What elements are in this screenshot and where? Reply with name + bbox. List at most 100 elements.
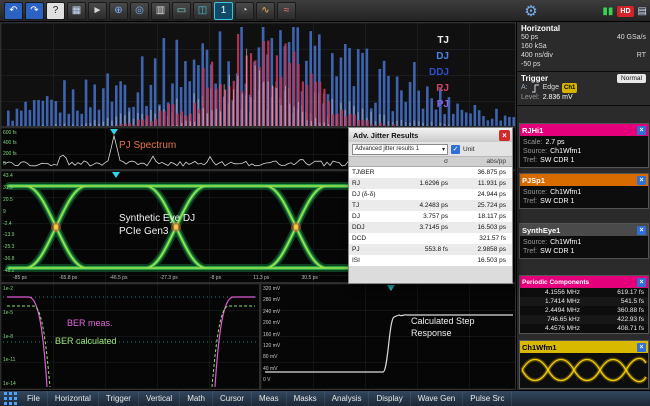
ber-bathtub-panel[interactable]: 1e-21e-51e-81e-111e-14 BER meas. BER cal… [0,283,260,390]
save-icon[interactable]: ▦ [67,2,86,20]
display-icon[interactable]: ▭ [172,2,191,20]
menu-masks[interactable]: Masks [287,391,325,406]
step-title-line2: Response [411,328,452,338]
jitter-row[interactable]: PJ553.8 fs2.9858 ps [349,244,512,255]
toolbar-icon-group: ↶ ↷?▦► ⊕ ◎ ▥ ▭◫1◔∿≈ [2,0,296,22]
close-icon[interactable]: × [637,126,646,135]
info-line: Tref:SW CDR 1 [523,197,645,206]
eye-y-tick: 31.9 [3,185,14,191]
close-icon[interactable]: × [637,278,646,287]
pj-spectrum-y-axis: 600 fs400 fs200 fs0 [3,130,17,167]
jitter-results-dialog[interactable]: Adv. Jitter Results × Advanced jitter re… [348,127,513,284]
apps-grid-icon[interactable] [0,391,20,406]
menu-math[interactable]: Math [180,391,213,406]
trigger-mode-badge[interactable]: Normal [617,74,646,83]
undo-icon-glyph: ↶ [9,6,17,16]
menu-horizontal[interactable]: Horizontal [48,391,99,406]
rjhi1-info: Scale:2.7 psSource:Ch1Wfm1Tref:SW CDR 1 [520,136,648,167]
jitter-histogram-panel[interactable]: TJDJDDJRJPJ [0,22,516,127]
eye-reference-marker[interactable] [112,172,120,178]
probe-icon[interactable]: ≈ [277,2,296,20]
close-icon[interactable]: × [637,226,646,235]
step-response-panel[interactable]: 320 mV280 mV240 mV200 mV160 mV120 mV80 m… [260,283,516,390]
cursor-icon[interactable]: ► [88,2,107,20]
settings-gear-icon[interactable]: ⚙ [521,1,541,21]
horizontal-value: 50 ps [521,33,538,42]
jitter-cell: RJ [349,178,397,189]
pj-y-tick: 200 fs [3,151,17,157]
jitter-row[interactable]: TJ4.2483 ps25.724 ps [349,200,512,211]
menu-meas[interactable]: Meas [252,391,287,406]
eye-y-tick: -13.9 [3,232,14,238]
horizontal-settings[interactable]: Horizontal 50 ps40 GSa/s160 kSa400 ns/di… [517,22,650,72]
jitter-row[interactable]: TJ\BER36.875 ps [349,167,512,178]
close-icon[interactable]: × [637,176,646,185]
jitter-row[interactable]: DJ (δ-δ)24.944 ps [349,189,512,200]
hd-badge[interactable]: HD [617,6,633,17]
pjsp1-signal-box[interactable]: PJSp1 × Source:Ch1Wfm1Tref:SW CDR 1 [519,173,649,209]
step-y-tick: 0 V [263,377,280,383]
menu-wave-gen[interactable]: Wave Gen [411,391,464,406]
zoom-area-icon[interactable]: ◎ [130,2,149,20]
step-y-axis: 320 mV280 mV240 mV200 mV160 mV120 mV80 m… [263,286,280,383]
close-icon[interactable]: × [637,343,646,352]
syntheye1-signal-box[interactable]: SynthEye1 × Source:Ch1Wfm1Tref:SW CDR 1 [519,223,649,259]
jitter-row[interactable]: DCD321.57 fs [349,233,512,244]
zoom-in-icon-glyph: ⊕ [114,6,122,16]
dialog-titlebar[interactable]: Adv. Jitter Results × [349,128,512,142]
periodic-cell: 746.65 kHz [520,315,584,324]
menu-cursor[interactable]: Cursor [213,391,252,406]
zoom-in-icon[interactable]: ⊕ [109,2,128,20]
periodic-row: 4.4576 MHz408.71 fs [520,324,648,333]
mask-test-icon[interactable]: ◫ [193,2,212,20]
periodic-components-box[interactable]: Periodic Components × 4.1556 MHz619.17 f… [519,275,649,334]
ber-y-tick: 1e-14 [3,381,16,387]
jitter-cell: 11.931 ps [452,178,510,189]
menu-file[interactable]: File [20,391,48,406]
spectrum-peak-marker[interactable] [110,129,118,135]
close-icon[interactable]: × [499,130,510,141]
jitter-row[interactable]: DJ3.757 ps18.117 ps [349,211,512,222]
horizontal-value: -50 ps [521,60,540,69]
jitter-cell: TJ\BER [349,167,397,178]
jitter-row[interactable]: ISI16.503 ps [349,255,512,266]
periodic-components-title: Periodic Components [522,279,589,286]
menu-analysis[interactable]: Analysis [325,391,370,406]
info-label: Tref: [523,247,537,256]
ch1wfm1-signal-box[interactable]: Ch1Wfm1 × [519,340,649,389]
jitter-row[interactable]: RJ1.6296 ps11.931 ps [349,178,512,189]
menu-pulse-src[interactable]: Pulse Src [463,391,512,406]
horizontal-value: 400 ns/div [521,51,553,60]
jitter-row[interactable]: DDJ3.7145 ps16.503 ps [349,222,512,233]
zoom1-icon[interactable]: 1 [214,2,233,20]
menu-display[interactable]: Display [369,391,410,406]
undo-icon[interactable]: ↶ [4,2,23,20]
screen-icon[interactable]: ▤ [638,6,647,17]
rjhi1-signal-box[interactable]: RJHi1 × Scale:2.7 psSource:Ch1Wfm1Tref:S… [519,123,649,168]
trigger-settings[interactable]: Trigger Normal A: Edge Ch1 Level: 2.836 … [517,72,650,106]
jitter-cell: 321.57 fs [452,233,510,244]
periodic-row: 746.65 kHz422.93 fs [520,315,648,324]
menu-trigger[interactable]: Trigger [99,391,139,406]
ber-y-tick: 1e-8 [3,334,16,340]
timer-icon[interactable]: ◔ [235,2,254,20]
menu-vertical[interactable]: Vertical [139,391,180,406]
results-select[interactable]: Advanced jitter results 1 ▾ [352,144,448,155]
histogram-icon-glyph: ▥ [156,6,165,16]
status-led-icon[interactable]: ▮▮ [602,6,613,17]
jitter-cell [397,167,452,178]
step-y-tick: 160 mV [263,332,280,338]
trigger-source-chip[interactable]: Ch1 [562,83,577,93]
wavegen-icon[interactable]: ∿ [256,2,275,20]
help-icon[interactable]: ? [46,2,65,20]
step-reference-marker[interactable] [387,285,395,291]
results-select-value: Advanced jitter results 1 [355,146,419,152]
histogram-icon[interactable]: ▥ [151,2,170,20]
info-value: Ch1Wfm1 [550,188,581,197]
unit-label: Unit [463,146,475,153]
unit-toggle-icon[interactable]: ✓ [451,145,460,154]
eye-x-tick: -27.3 ps [160,275,178,281]
redo-icon[interactable]: ↷ [25,2,44,20]
rjhi1-title: RJHi1 [522,126,543,135]
top-toolbar: ↶ ↷?▦► ⊕ ◎ ▥ ▭◫1◔∿≈ ⚙ ▮▮ HD ▤ [0,0,650,22]
